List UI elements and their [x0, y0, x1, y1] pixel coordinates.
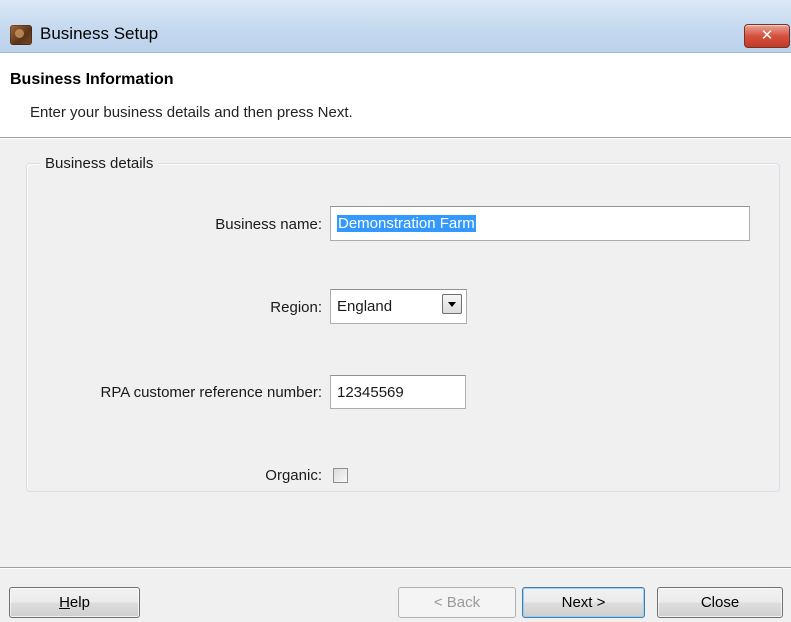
window-title: Business Setup — [40, 24, 159, 43]
next-button[interactable]: Next > — [522, 587, 645, 618]
help-button[interactable]: Help — [9, 587, 140, 618]
app-icon — [10, 25, 32, 45]
title-bar[interactable]: Business Setup ✕ — [0, 0, 791, 53]
page-title: Business Information — [10, 71, 174, 88]
page-description: Enter your business details and then pre… — [30, 104, 353, 121]
business-name-label: Business name: — [215, 216, 322, 233]
window-close-button[interactable]: ✕ — [744, 24, 790, 48]
close-button[interactable]: Close — [657, 587, 783, 618]
group-legend: Business details — [40, 155, 159, 172]
rpa-number-value: 12345569 — [337, 383, 404, 401]
back-button[interactable]: < Back — [398, 587, 516, 618]
organic-checkbox[interactable] — [333, 468, 348, 483]
rpa-label: RPA customer reference number: — [100, 384, 322, 401]
rpa-number-input[interactable]: 12345569 — [330, 375, 466, 409]
footer-divider — [0, 567, 791, 569]
help-label: elp — [69, 594, 90, 611]
help-mnemonic: H — [59, 594, 70, 611]
wizard-header: Business Information Enter your business… — [0, 53, 791, 137]
business-name-value: Demonstration Farm — [337, 215, 476, 232]
organic-label: Organic: — [265, 467, 322, 484]
region-value: England — [337, 298, 393, 315]
region-label: Region: — [270, 299, 322, 316]
chevron-down-icon[interactable] — [442, 294, 462, 314]
region-select[interactable]: England — [330, 289, 467, 324]
business-name-input[interactable]: Demonstration Farm — [330, 206, 750, 241]
